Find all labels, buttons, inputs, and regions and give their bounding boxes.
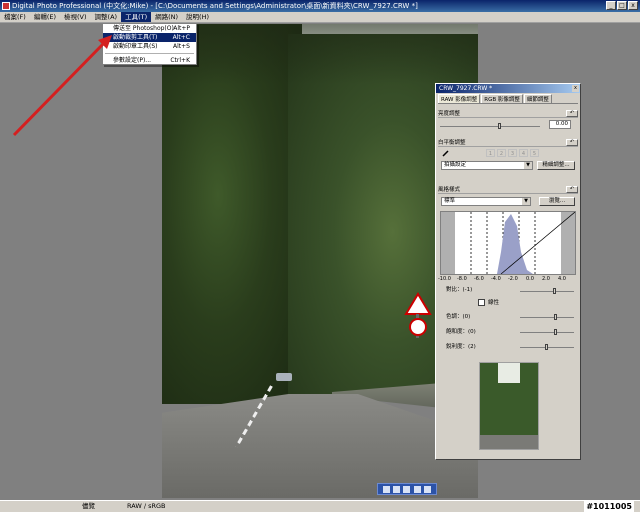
red-arrow-annotation [12,35,112,137]
